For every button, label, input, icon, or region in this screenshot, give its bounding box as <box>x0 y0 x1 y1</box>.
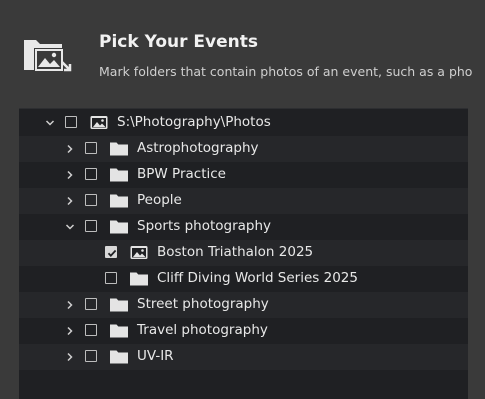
tree-row-label: BPW Practice <box>137 166 226 182</box>
folder-icon <box>110 323 128 342</box>
folder-checkbox[interactable] <box>85 298 97 310</box>
chevron-right-icon[interactable] <box>64 344 76 370</box>
tree-row-label: Astrophotography <box>137 140 259 156</box>
photo-folder-import-icon <box>22 32 74 78</box>
tree-row-label: UV-IR <box>137 348 174 364</box>
tree-row[interactable]: Astrophotography <box>19 136 468 162</box>
tree-row[interactable]: People <box>19 188 468 214</box>
dialog-title: Pick Your Events <box>99 32 258 52</box>
folder-icon <box>110 349 128 368</box>
tree-row-label: Travel photography <box>137 322 268 338</box>
tree-row[interactable]: Street photography <box>19 292 468 318</box>
folder-checkbox[interactable] <box>105 246 117 258</box>
image-icon <box>130 245 148 264</box>
chevron-right-icon[interactable] <box>64 318 76 344</box>
folder-icon <box>110 141 128 160</box>
tree-row[interactable]: S:\Photography\Photos <box>19 110 468 136</box>
dialog-subtitle: Mark folders that contain photos of an e… <box>99 64 473 79</box>
tree-row[interactable]: Cliff Diving World Series 2025 <box>19 266 468 292</box>
folder-checkbox[interactable] <box>85 142 97 154</box>
tree-row[interactable]: BPW Practice <box>19 162 468 188</box>
folder-icon <box>110 167 128 186</box>
folder-checkbox[interactable] <box>85 324 97 336</box>
tree-row-label: S:\Photography\Photos <box>117 114 271 130</box>
tree-row[interactable]: Boston Triathalon 2025 <box>19 240 468 266</box>
tree-row-label: Boston Triathalon 2025 <box>157 244 314 260</box>
folder-checkbox[interactable] <box>85 168 97 180</box>
folder-checkbox[interactable] <box>65 116 77 128</box>
tree-row-label: People <box>137 192 182 208</box>
tree-row[interactable]: Sports photography <box>19 214 468 240</box>
chevron-right-icon[interactable] <box>64 136 76 162</box>
tree-row-label: Sports photography <box>137 218 272 234</box>
folder-checkbox[interactable] <box>85 220 97 232</box>
folder-tree[interactable]: S:\Photography\Photos Astrophotography BPW… <box>19 108 468 399</box>
chevron-down-icon[interactable] <box>64 214 76 240</box>
folder-icon <box>130 271 148 290</box>
tree-row-label: Street photography <box>137 296 269 312</box>
chevron-right-icon[interactable] <box>64 162 76 188</box>
chevron-right-icon[interactable] <box>64 188 76 214</box>
folder-icon <box>110 297 128 316</box>
folder-checkbox[interactable] <box>85 194 97 206</box>
tree-row-label: Cliff Diving World Series 2025 <box>157 270 358 286</box>
folder-checkbox[interactable] <box>85 350 97 362</box>
chevron-down-icon[interactable] <box>44 110 56 136</box>
folder-icon <box>110 193 128 212</box>
image-icon <box>90 115 108 134</box>
dialog-header: Pick Your Events Mark folders that conta… <box>0 0 485 108</box>
tree-row[interactable]: UV-IR <box>19 344 468 370</box>
folder-icon <box>110 219 128 238</box>
tree-row[interactable]: Travel photography <box>19 318 468 344</box>
chevron-right-icon[interactable] <box>64 292 76 318</box>
folder-checkbox[interactable] <box>105 272 117 284</box>
